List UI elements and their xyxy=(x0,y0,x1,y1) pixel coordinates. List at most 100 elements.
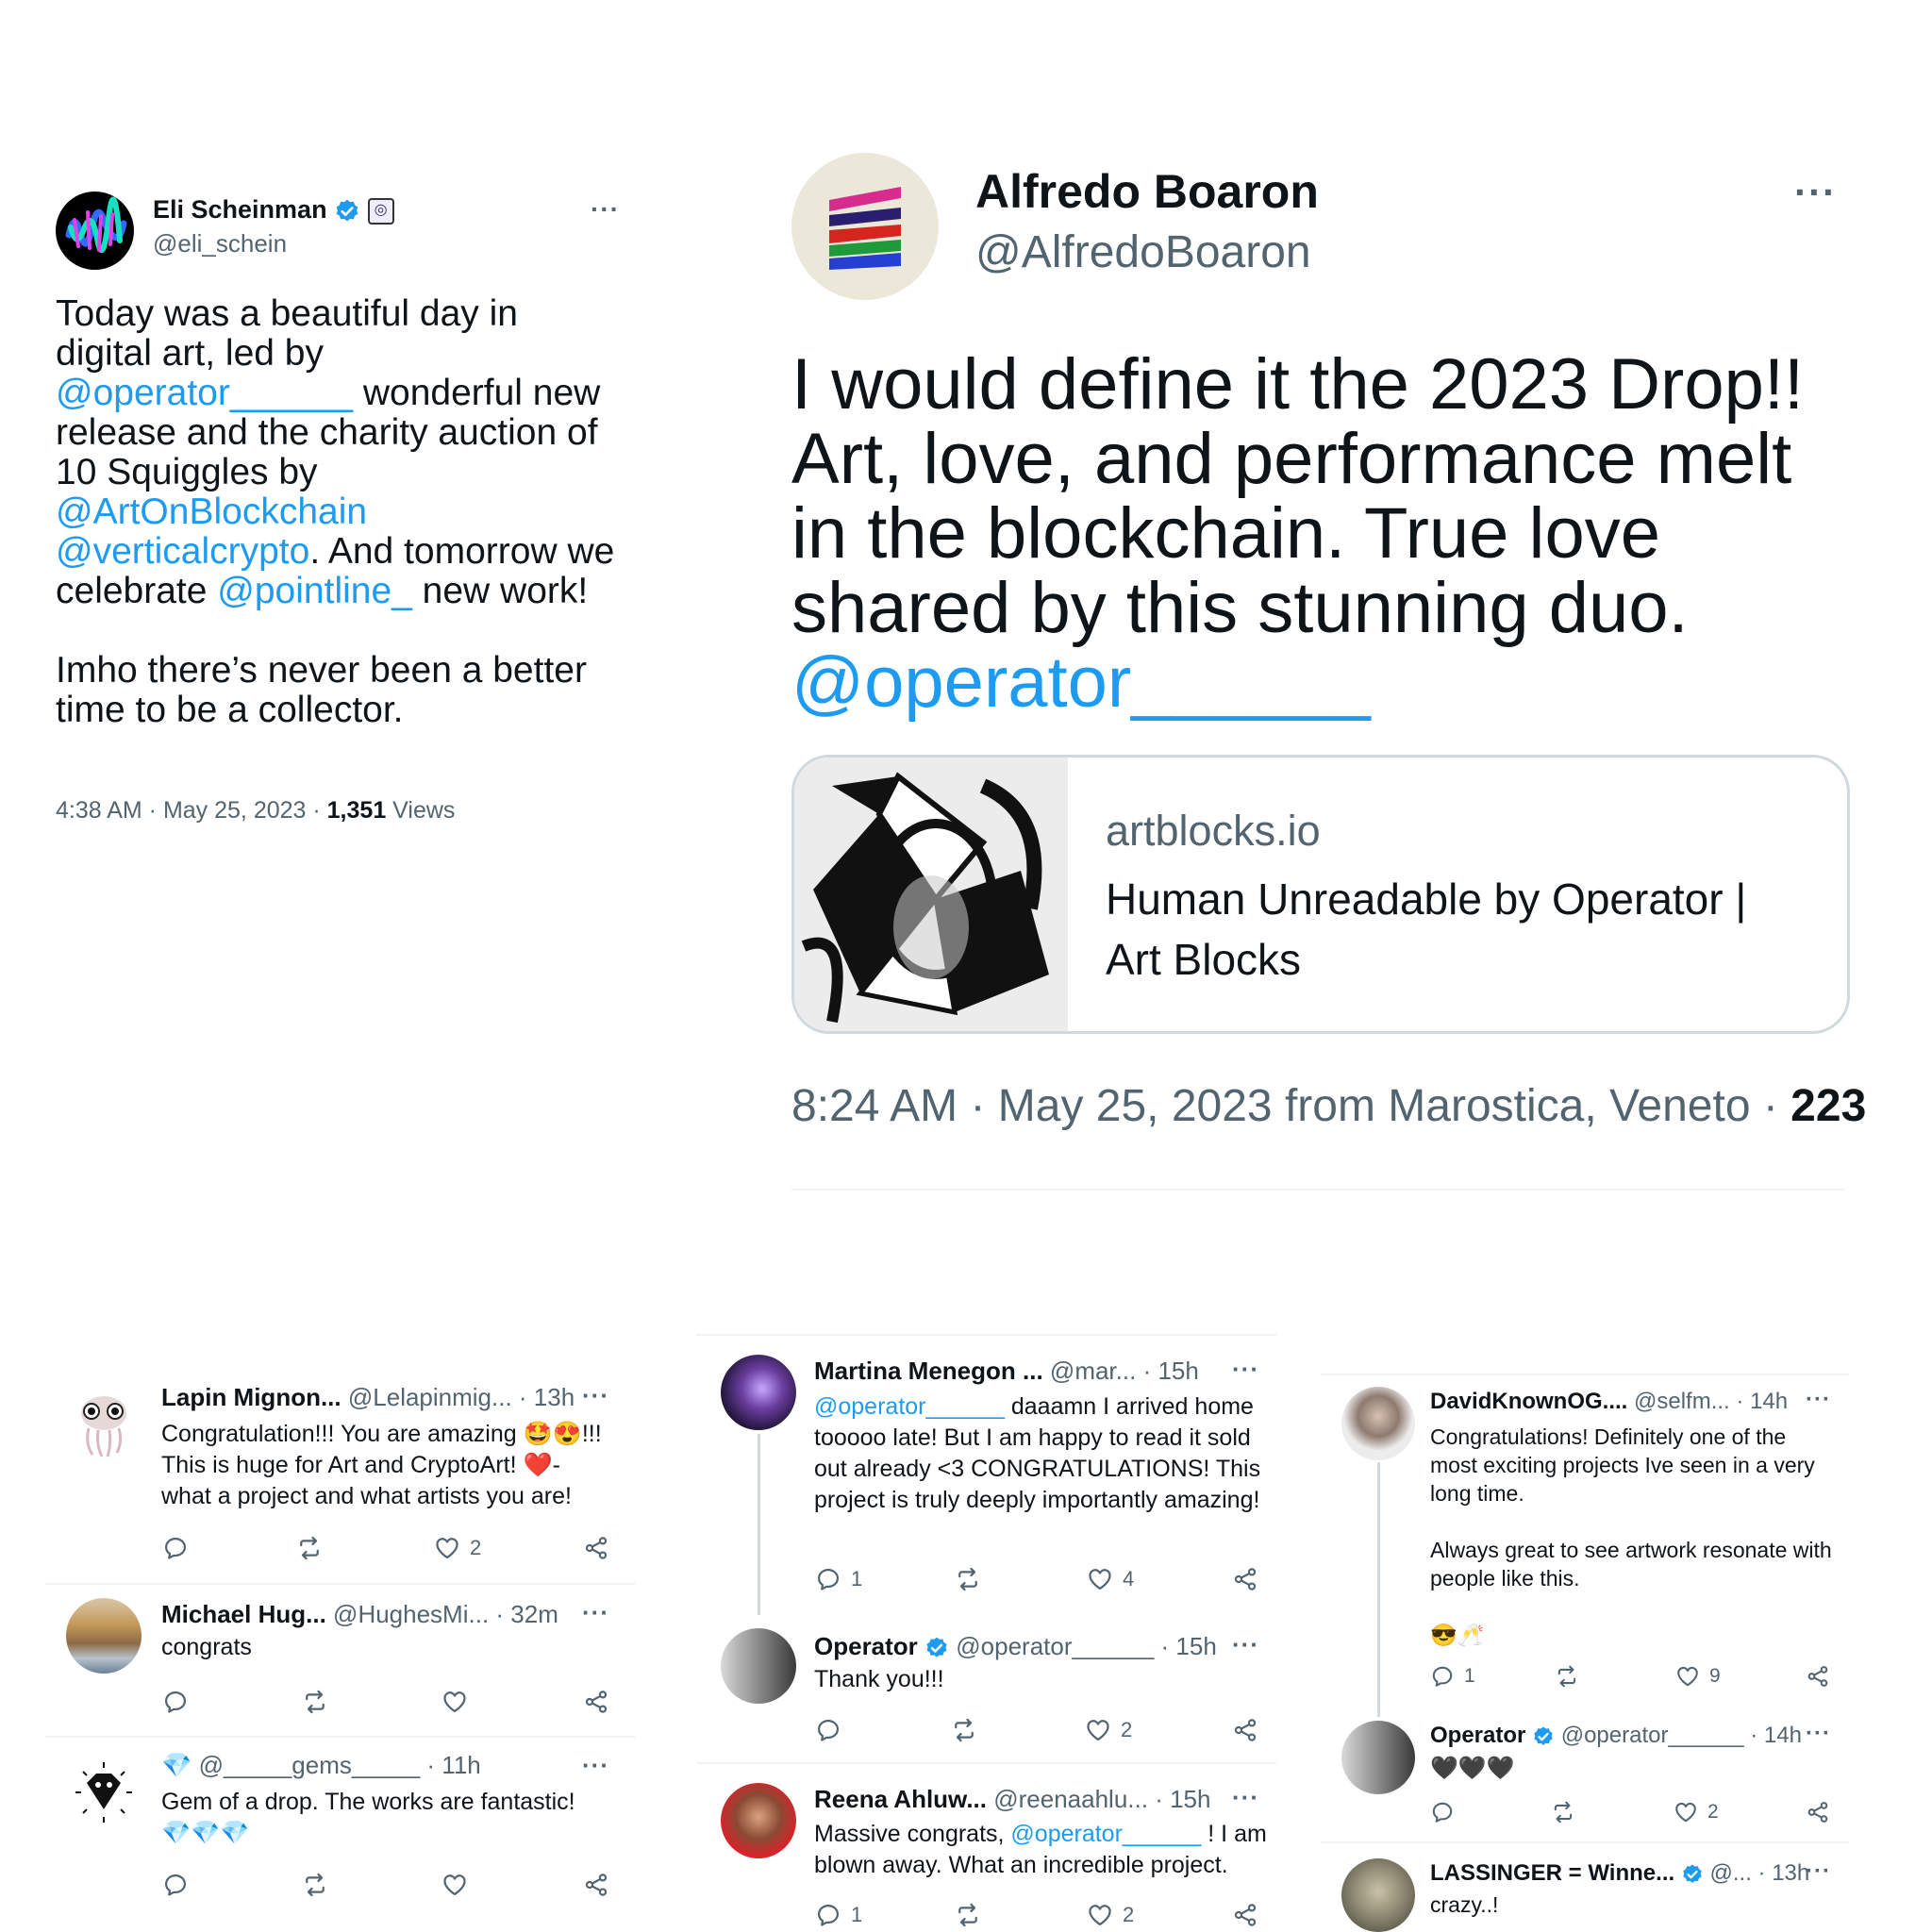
retweet-button[interactable] xyxy=(955,1566,981,1592)
like-button[interactable]: 2 xyxy=(434,1535,481,1561)
mention-link[interactable]: @verticalcrypto xyxy=(56,531,309,572)
avatar[interactable] xyxy=(791,153,939,300)
author-handle[interactable]: @eli_schein xyxy=(153,229,287,258)
timestamp[interactable]: · 11h xyxy=(426,1751,480,1779)
share-button[interactable] xyxy=(1806,1664,1830,1689)
like-button[interactable]: 4 xyxy=(1087,1566,1134,1592)
timestamp[interactable]: 4:38 AM · May 25, 2023 · xyxy=(56,797,327,824)
more-icon[interactable]: ··· xyxy=(582,1381,609,1410)
like-button[interactable]: 9 xyxy=(1675,1664,1721,1689)
avatar[interactable] xyxy=(66,1755,142,1830)
more-icon[interactable]: ··· xyxy=(591,194,620,225)
avatar[interactable] xyxy=(1341,1721,1415,1794)
like-button[interactable] xyxy=(441,1872,468,1898)
avatar[interactable] xyxy=(721,1355,796,1430)
author-name[interactable]: Eli Scheinman xyxy=(153,195,327,224)
share-button[interactable] xyxy=(583,1689,609,1715)
share-button[interactable] xyxy=(1232,1902,1258,1928)
more-icon[interactable]: ··· xyxy=(1806,1387,1831,1413)
timestamp[interactable]: · 15h xyxy=(1155,1785,1210,1813)
author-handle[interactable]: @AlfredoBoaron xyxy=(975,226,1311,278)
avatar[interactable] xyxy=(1341,1858,1415,1932)
author-name[interactable]: Lapin Mignon... xyxy=(161,1383,341,1411)
author-handle[interactable]: @operator______ xyxy=(956,1632,1154,1660)
author-name[interactable]: Martina Menegon ... xyxy=(814,1357,1043,1385)
author-name[interactable]: Alfredo Boaron xyxy=(975,164,1319,219)
avatar[interactable] xyxy=(721,1783,796,1858)
more-icon[interactable]: ··· xyxy=(582,1598,609,1627)
author-name[interactable]: LASSINGER = Winne... xyxy=(1430,1860,1674,1886)
timestamp[interactable]: · 32m xyxy=(495,1600,558,1628)
more-icon[interactable]: ··· xyxy=(1232,1630,1259,1659)
share-button[interactable] xyxy=(1806,1800,1830,1824)
author-handle[interactable]: @HughesMi... xyxy=(333,1600,489,1628)
retweet-button[interactable] xyxy=(955,1902,981,1928)
mention-link[interactable]: @pointline_ xyxy=(217,571,412,611)
author-name[interactable]: Reena Ahluw... xyxy=(814,1785,987,1813)
like-button[interactable]: 2 xyxy=(1085,1717,1132,1743)
avatar[interactable] xyxy=(66,1385,142,1460)
more-icon[interactable]: ··· xyxy=(1806,1858,1831,1885)
retweet-button[interactable] xyxy=(951,1717,977,1743)
reply-button[interactable]: 1 xyxy=(815,1566,862,1592)
timestamp[interactable]: · 15h xyxy=(1161,1632,1217,1660)
retweet-button[interactable] xyxy=(1555,1664,1579,1689)
author-handle[interactable]: @_____gems_____ xyxy=(199,1751,421,1779)
timestamp[interactable]: · 13h xyxy=(519,1383,575,1411)
author-handle[interactable]: @operator______ xyxy=(1561,1723,1744,1748)
reply-button[interactable]: 1 xyxy=(815,1902,862,1928)
divider xyxy=(45,1736,635,1738)
share-button[interactable] xyxy=(583,1535,609,1561)
avatar[interactable] xyxy=(56,192,134,270)
timestamp[interactable]: · 14h xyxy=(1736,1389,1788,1414)
retweet-button[interactable] xyxy=(1551,1800,1575,1824)
share-button[interactable] xyxy=(1232,1717,1258,1743)
author-name[interactable]: DavidKnownOG.... xyxy=(1430,1389,1627,1414)
author-name[interactable]: Operator xyxy=(814,1632,918,1660)
mention-link[interactable]: @operator______ xyxy=(814,1393,1005,1420)
reply-text: Thank you!!! xyxy=(814,1666,944,1692)
timestamp[interactable]: · 13h xyxy=(1758,1860,1810,1886)
reply-button[interactable] xyxy=(815,1717,841,1743)
author-handle[interactable]: @... xyxy=(1710,1860,1752,1886)
author-handle[interactable]: @selfm... xyxy=(1634,1389,1730,1414)
author-name[interactable]: Michael Hug... xyxy=(161,1600,326,1628)
avatar[interactable] xyxy=(1341,1387,1415,1460)
like-button[interactable]: 2 xyxy=(1087,1902,1134,1928)
avatar[interactable] xyxy=(66,1598,142,1674)
more-icon[interactable]: ··· xyxy=(582,1751,609,1780)
retweet-button[interactable] xyxy=(302,1689,328,1715)
share-icon xyxy=(1232,1902,1258,1928)
mention-link[interactable]: @operator______ xyxy=(791,642,1371,723)
reply-icon xyxy=(1430,1664,1455,1689)
link-card[interactable]: artblocks.io Human Unreadable by Operato… xyxy=(791,755,1850,1034)
share-button[interactable] xyxy=(1232,1566,1258,1592)
retweet-button[interactable] xyxy=(296,1535,323,1561)
timestamp[interactable]: 8:24 AM · May 25, 2023 from Marostica, V… xyxy=(791,1081,1790,1131)
reply-button[interactable] xyxy=(162,1689,189,1715)
timestamp[interactable]: · 14h xyxy=(1750,1723,1802,1748)
divider xyxy=(791,1189,1844,1191)
reply-button[interactable]: 1 xyxy=(1430,1664,1475,1689)
more-icon[interactable]: ··· xyxy=(1232,1783,1259,1812)
reply-button[interactable] xyxy=(162,1535,189,1561)
reply-button[interactable] xyxy=(162,1872,189,1898)
reply-button[interactable] xyxy=(1430,1800,1455,1824)
timestamp[interactable]: · 15h xyxy=(1143,1357,1199,1385)
share-button[interactable] xyxy=(583,1872,609,1898)
retweet-button[interactable] xyxy=(302,1872,328,1898)
avatar[interactable] xyxy=(721,1628,796,1704)
mention-link[interactable]: @operator______ xyxy=(56,373,353,413)
like-button[interactable]: 2 xyxy=(1674,1800,1719,1824)
author-handle[interactable]: @reenaahlu... xyxy=(993,1785,1148,1813)
author-name[interactable]: Operator xyxy=(1430,1723,1525,1748)
mention-link[interactable]: @operator______ xyxy=(1010,1821,1201,1847)
more-icon[interactable]: ··· xyxy=(1806,1721,1831,1747)
author-handle[interactable]: @Lelapinmig... xyxy=(348,1383,512,1411)
like-button[interactable] xyxy=(441,1689,468,1715)
author-handle[interactable]: @mar... xyxy=(1050,1357,1136,1385)
more-icon[interactable]: ··· xyxy=(1232,1355,1259,1384)
more-icon[interactable]: ··· xyxy=(1794,170,1837,215)
reply-text: Gem of a drop. The works are fantastic! … xyxy=(161,1789,575,1846)
mention-link[interactable]: @ArtOnBlockchain xyxy=(56,491,367,532)
